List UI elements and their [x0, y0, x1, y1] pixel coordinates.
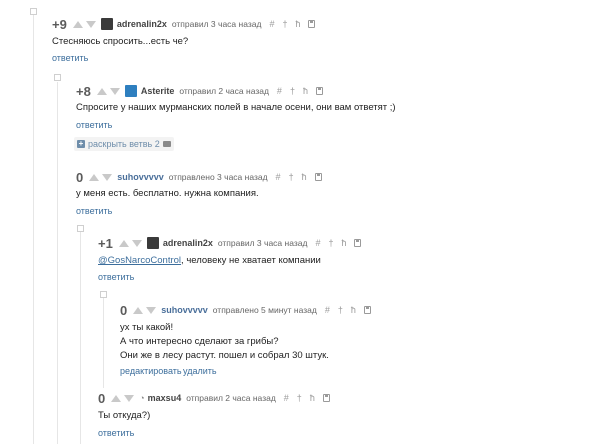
save-icon[interactable]: [322, 394, 330, 402]
comment-header: 0 suhovvvvv отправлено 5 минут назад # †…: [120, 302, 371, 318]
downvote-icon[interactable]: [102, 173, 113, 181]
upvote-icon[interactable]: [118, 239, 129, 247]
parent-link-icon[interactable]: ħ: [303, 86, 308, 96]
username-link[interactable]: suhovvvvv: [117, 172, 164, 182]
comment-text-line: Они же в лесу растут. пошел и собрал 30 …: [120, 350, 329, 361]
parent-link-icon[interactable]: ħ: [341, 238, 346, 248]
edit-link[interactable]: редактировать: [120, 366, 182, 376]
username-link[interactable]: adrenalin2x: [163, 238, 213, 248]
collapse-toggle[interactable]: [30, 8, 37, 15]
comment-timestamp: отправил 2 часа назад: [179, 86, 269, 96]
comment-text: Спросите у наших мурманских полей в нача…: [76, 102, 396, 113]
downvote-icon[interactable]: [124, 394, 135, 402]
comment-text-line: А что интересно сделают за грибы?: [120, 336, 279, 347]
parent-link-icon[interactable]: ħ: [302, 172, 307, 182]
reply-link[interactable]: ответить: [76, 206, 112, 216]
upvote-icon[interactable]: [111, 394, 122, 402]
dagger-icon[interactable]: †: [289, 172, 294, 182]
comment-text-rest: , человеку не хватает компании: [181, 255, 321, 266]
comment-rating: 0: [98, 390, 106, 406]
permalink-icon[interactable]: #: [277, 86, 282, 96]
comment-timestamp: отправил 3 часа назад: [217, 238, 308, 248]
reply-link[interactable]: ответить: [76, 120, 112, 130]
comment-rating: 0: [120, 302, 128, 318]
comment-rating: +9: [52, 16, 67, 32]
username-link[interactable]: Asterite: [141, 86, 175, 96]
comment-header: +9 adrenalin2x отправил 3 часа назад # †…: [52, 16, 316, 32]
save-icon[interactable]: [315, 87, 323, 95]
upvote-icon[interactable]: [96, 87, 107, 95]
comment-text-line: ух ты какой!: [120, 322, 174, 333]
dagger-icon[interactable]: †: [338, 305, 343, 315]
rss-icon[interactable]: ◔: [139, 393, 144, 403]
comment-rating: +8: [76, 83, 91, 99]
save-icon[interactable]: [363, 306, 371, 314]
parent-link-icon[interactable]: ħ: [351, 305, 356, 315]
comment-header: +8 Asterite отправил 2 часа назад # † ħ: [76, 83, 323, 99]
downvote-icon[interactable]: [146, 306, 157, 314]
parent-link-icon[interactable]: ħ: [295, 19, 300, 29]
dagger-icon[interactable]: †: [297, 393, 302, 403]
username-link[interactable]: maxsu4: [148, 393, 182, 403]
downvote-icon[interactable]: [85, 20, 96, 28]
comment-timestamp: отправлено 5 минут назад: [212, 305, 317, 315]
comment-header: +1 adrenalin2x отправил 3 часа назад # †…: [98, 235, 362, 251]
collapse-toggle[interactable]: [77, 225, 84, 232]
permalink-icon[interactable]: #: [315, 238, 320, 248]
collapse-toggle[interactable]: [54, 74, 61, 81]
parent-link-icon[interactable]: ħ: [310, 393, 315, 403]
save-icon[interactable]: [308, 20, 316, 28]
comment-timestamp: отправил 3 часа назад: [171, 19, 262, 29]
dagger-icon[interactable]: †: [282, 19, 287, 29]
permalink-icon[interactable]: #: [325, 305, 330, 315]
username-link[interactable]: suhovvvvv: [161, 305, 208, 315]
reply-link[interactable]: ответить: [52, 53, 88, 63]
comment-timestamp: отправлено 3 часа назад: [168, 172, 268, 182]
permalink-icon[interactable]: #: [276, 172, 281, 182]
thread-line: [33, 14, 34, 444]
dagger-icon[interactable]: †: [328, 238, 333, 248]
username-link[interactable]: adrenalin2x: [117, 19, 167, 29]
thread-line: [103, 298, 104, 388]
delete-link[interactable]: удалить: [183, 366, 217, 376]
comment-text: Стесняюсь спросить...есть че?: [52, 36, 189, 47]
downvote-icon[interactable]: [109, 87, 120, 95]
reply-link[interactable]: ответить: [98, 428, 134, 438]
save-icon[interactable]: [314, 173, 322, 181]
permalink-icon[interactable]: #: [284, 393, 289, 403]
upvote-icon[interactable]: [72, 20, 83, 28]
avatar[interactable]: [146, 237, 159, 249]
permalink-icon[interactable]: #: [269, 19, 274, 29]
comment-text: у меня есть. бесплатно. нужна компания.: [76, 188, 259, 199]
comment-header: 0 ◔ maxsu4 отправил 2 часа назад # † ħ: [98, 390, 330, 406]
comment-rating: +1: [98, 235, 113, 251]
comment-text: @GosNarcoControl, человеку не хватает ко…: [98, 254, 321, 268]
comment-text: Ты откуда?): [98, 410, 151, 421]
reply-link[interactable]: ответить: [98, 272, 134, 282]
expand-branch-label: раскрыть ветвь 2: [88, 139, 160, 149]
dagger-icon[interactable]: †: [290, 86, 295, 96]
user-mention-link[interactable]: @GosNarcoControl: [98, 255, 181, 266]
avatar[interactable]: [100, 18, 113, 30]
comment-bubble-icon: [162, 141, 171, 147]
collapse-toggle[interactable]: [100, 291, 107, 298]
thread-line: [80, 232, 81, 444]
plus-icon: +: [77, 139, 85, 148]
comment-rating: 0: [76, 169, 84, 185]
avatar[interactable]: [124, 85, 137, 97]
thread-line: [57, 82, 58, 444]
comment-timestamp: отправил 2 часа назад: [186, 393, 276, 403]
comment-header: 0 suhovvvvv отправлено 3 часа назад # † …: [76, 169, 322, 185]
upvote-icon[interactable]: [89, 173, 100, 181]
save-icon[interactable]: [354, 239, 362, 247]
expand-branch-button[interactable]: + раскрыть ветвь 2: [74, 137, 174, 151]
upvote-icon[interactable]: [133, 306, 144, 314]
downvote-icon[interactable]: [131, 239, 142, 247]
